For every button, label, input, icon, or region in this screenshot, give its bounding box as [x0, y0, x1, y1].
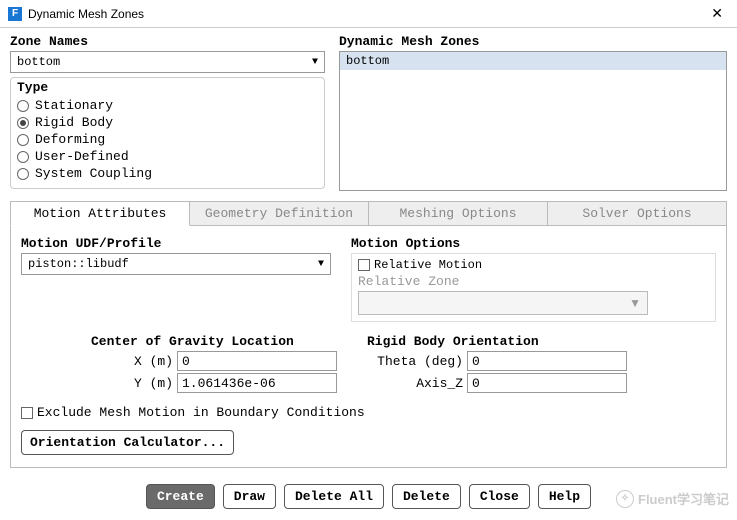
- type-label: Type: [15, 80, 50, 95]
- motion-options-label: Motion Options: [351, 236, 716, 251]
- radio-label: Rigid Body: [35, 115, 113, 130]
- motion-udf-label: Motion UDF/Profile: [21, 236, 331, 251]
- exclude-checkbox[interactable]: Exclude Mesh Motion in Boundary Conditio…: [21, 405, 365, 420]
- chevron-down-icon: ▼: [629, 296, 641, 310]
- relative-motion-label: Relative Motion: [374, 258, 482, 272]
- chevron-down-icon: ▼: [318, 259, 324, 270]
- tab-meshing-options[interactable]: Meshing Options: [369, 201, 548, 226]
- type-radio-stationary[interactable]: Stationary: [17, 97, 318, 114]
- delete-all-button[interactable]: Delete All: [284, 484, 384, 509]
- radio-icon: [17, 117, 29, 129]
- type-radio-user-defined[interactable]: User-Defined: [17, 148, 318, 165]
- rbo-axisz-input[interactable]: [467, 373, 627, 393]
- rbo-label: Rigid Body Orientation: [367, 334, 627, 349]
- tab-solver-options[interactable]: Solver Options: [548, 201, 727, 226]
- app-icon: F: [8, 7, 22, 21]
- zone-names-select[interactable]: bottom ▼: [10, 51, 325, 73]
- radio-label: Stationary: [35, 98, 113, 113]
- create-button[interactable]: Create: [146, 484, 215, 509]
- motion-udf-value: piston::libudf: [28, 257, 129, 271]
- type-radio-system-coupling[interactable]: System Coupling: [17, 165, 318, 182]
- radio-label: Deforming: [35, 132, 105, 147]
- type-radio-rigid-body[interactable]: Rigid Body: [17, 114, 318, 131]
- dmz-label: Dynamic Mesh Zones: [339, 34, 727, 49]
- rbo-theta-input[interactable]: [467, 351, 627, 371]
- rbo-theta-label: Theta (deg): [367, 354, 467, 369]
- type-radio-deforming[interactable]: Deforming: [17, 131, 318, 148]
- cog-y-input[interactable]: [177, 373, 337, 393]
- tab-body-motion-attributes: Motion UDF/Profile piston::libudf ▼ Moti…: [10, 226, 727, 468]
- cog-x-input[interactable]: [177, 351, 337, 371]
- relative-zone-select[interactable]: ▼: [358, 291, 648, 315]
- rbo-axisz-label: Axis_Z: [367, 376, 467, 391]
- motion-udf-select[interactable]: piston::libudf ▼: [21, 253, 331, 275]
- list-item[interactable]: bottom: [340, 52, 726, 70]
- draw-button[interactable]: Draw: [223, 484, 276, 509]
- zone-names-value: bottom: [17, 55, 60, 69]
- radio-label: User-Defined: [35, 149, 129, 164]
- checkbox-icon: [358, 259, 370, 271]
- dmz-listbox[interactable]: bottom: [339, 51, 727, 191]
- cog-y-label: Y (m): [91, 376, 177, 391]
- window-title: Dynamic Mesh Zones: [28, 7, 705, 21]
- cog-label: Center of Gravity Location: [91, 334, 337, 349]
- relative-zone-label: Relative Zone: [358, 274, 709, 289]
- help-button[interactable]: Help: [538, 484, 591, 509]
- close-icon[interactable]: ✕: [705, 5, 729, 22]
- radio-icon: [17, 134, 29, 146]
- chevron-down-icon: ▼: [312, 57, 318, 68]
- orientation-calculator-button[interactable]: Orientation Calculator...: [21, 430, 234, 455]
- checkbox-icon: [21, 407, 33, 419]
- delete-button[interactable]: Delete: [392, 484, 461, 509]
- zone-names-label: Zone Names: [10, 34, 325, 49]
- radio-label: System Coupling: [35, 166, 152, 181]
- close-button[interactable]: Close: [469, 484, 530, 509]
- radio-icon: [17, 151, 29, 163]
- tab-geometry-definition[interactable]: Geometry Definition: [190, 201, 369, 226]
- tab-motion-attributes[interactable]: Motion Attributes: [10, 201, 190, 226]
- radio-icon: [17, 100, 29, 112]
- relative-motion-checkbox[interactable]: Relative Motion: [358, 258, 709, 272]
- cog-x-label: X (m): [91, 354, 177, 369]
- radio-icon: [17, 168, 29, 180]
- titlebar: F Dynamic Mesh Zones ✕: [0, 0, 737, 28]
- exclude-label: Exclude Mesh Motion in Boundary Conditio…: [37, 405, 365, 420]
